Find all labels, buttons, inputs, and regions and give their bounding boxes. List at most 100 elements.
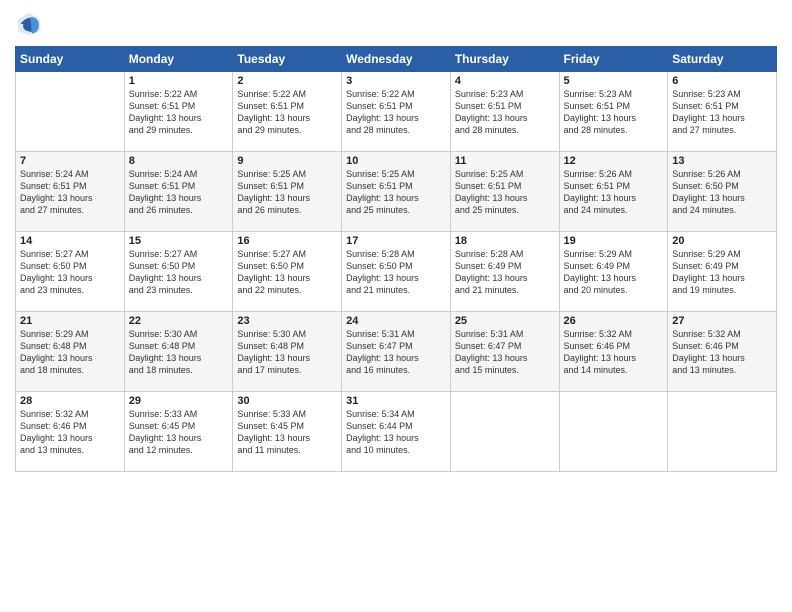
day-number: 27	[672, 315, 772, 327]
calendar-cell: 26Sunrise: 5:32 AM Sunset: 6:46 PM Dayli…	[559, 312, 668, 392]
calendar-cell: 12Sunrise: 5:26 AM Sunset: 6:51 PM Dayli…	[559, 152, 668, 232]
calendar-cell: 5Sunrise: 5:23 AM Sunset: 6:51 PM Daylig…	[559, 72, 668, 152]
day-number: 29	[129, 395, 229, 407]
cell-content: Sunrise: 5:30 AM Sunset: 6:48 PM Dayligh…	[237, 328, 337, 377]
day-number: 11	[455, 155, 555, 167]
day-number: 15	[129, 235, 229, 247]
calendar-cell: 23Sunrise: 5:30 AM Sunset: 6:48 PM Dayli…	[233, 312, 342, 392]
cell-content: Sunrise: 5:27 AM Sunset: 6:50 PM Dayligh…	[237, 248, 337, 297]
cell-content: Sunrise: 5:32 AM Sunset: 6:46 PM Dayligh…	[672, 328, 772, 377]
week-row-2: 7Sunrise: 5:24 AM Sunset: 6:51 PM Daylig…	[16, 152, 777, 232]
cell-content: Sunrise: 5:26 AM Sunset: 6:51 PM Dayligh…	[564, 168, 664, 217]
calendar-cell: 28Sunrise: 5:32 AM Sunset: 6:46 PM Dayli…	[16, 392, 125, 472]
calendar-cell: 2Sunrise: 5:22 AM Sunset: 6:51 PM Daylig…	[233, 72, 342, 152]
logo-icon	[15, 10, 43, 38]
calendar-cell: 25Sunrise: 5:31 AM Sunset: 6:47 PM Dayli…	[450, 312, 559, 392]
cell-content: Sunrise: 5:31 AM Sunset: 6:47 PM Dayligh…	[455, 328, 555, 377]
day-number: 3	[346, 75, 446, 87]
day-number: 10	[346, 155, 446, 167]
day-number: 8	[129, 155, 229, 167]
header-day-thursday: Thursday	[450, 47, 559, 72]
cell-content: Sunrise: 5:33 AM Sunset: 6:45 PM Dayligh…	[129, 408, 229, 457]
day-number: 17	[346, 235, 446, 247]
logo	[15, 10, 47, 38]
day-number: 1	[129, 75, 229, 87]
calendar-cell: 8Sunrise: 5:24 AM Sunset: 6:51 PM Daylig…	[124, 152, 233, 232]
header-day-saturday: Saturday	[668, 47, 777, 72]
cell-content: Sunrise: 5:25 AM Sunset: 6:51 PM Dayligh…	[237, 168, 337, 217]
header	[15, 10, 777, 38]
calendar-cell: 15Sunrise: 5:27 AM Sunset: 6:50 PM Dayli…	[124, 232, 233, 312]
cell-content: Sunrise: 5:22 AM Sunset: 6:51 PM Dayligh…	[237, 88, 337, 137]
day-number: 31	[346, 395, 446, 407]
calendar-cell: 11Sunrise: 5:25 AM Sunset: 6:51 PM Dayli…	[450, 152, 559, 232]
calendar-cell	[668, 392, 777, 472]
cell-content: Sunrise: 5:34 AM Sunset: 6:44 PM Dayligh…	[346, 408, 446, 457]
cell-content: Sunrise: 5:25 AM Sunset: 6:51 PM Dayligh…	[346, 168, 446, 217]
cell-content: Sunrise: 5:31 AM Sunset: 6:47 PM Dayligh…	[346, 328, 446, 377]
header-day-friday: Friday	[559, 47, 668, 72]
calendar-cell: 10Sunrise: 5:25 AM Sunset: 6:51 PM Dayli…	[342, 152, 451, 232]
calendar-cell: 27Sunrise: 5:32 AM Sunset: 6:46 PM Dayli…	[668, 312, 777, 392]
cell-content: Sunrise: 5:32 AM Sunset: 6:46 PM Dayligh…	[564, 328, 664, 377]
cell-content: Sunrise: 5:25 AM Sunset: 6:51 PM Dayligh…	[455, 168, 555, 217]
cell-content: Sunrise: 5:28 AM Sunset: 6:49 PM Dayligh…	[455, 248, 555, 297]
cell-content: Sunrise: 5:29 AM Sunset: 6:49 PM Dayligh…	[672, 248, 772, 297]
cell-content: Sunrise: 5:24 AM Sunset: 6:51 PM Dayligh…	[129, 168, 229, 217]
calendar-cell: 18Sunrise: 5:28 AM Sunset: 6:49 PM Dayli…	[450, 232, 559, 312]
calendar-cell: 29Sunrise: 5:33 AM Sunset: 6:45 PM Dayli…	[124, 392, 233, 472]
cell-content: Sunrise: 5:23 AM Sunset: 6:51 PM Dayligh…	[672, 88, 772, 137]
calendar-cell: 6Sunrise: 5:23 AM Sunset: 6:51 PM Daylig…	[668, 72, 777, 152]
day-number: 12	[564, 155, 664, 167]
calendar-cell: 1Sunrise: 5:22 AM Sunset: 6:51 PM Daylig…	[124, 72, 233, 152]
day-number: 6	[672, 75, 772, 87]
calendar-header-row: SundayMondayTuesdayWednesdayThursdayFrid…	[16, 47, 777, 72]
calendar-table: SundayMondayTuesdayWednesdayThursdayFrid…	[15, 46, 777, 472]
day-number: 4	[455, 75, 555, 87]
cell-content: Sunrise: 5:30 AM Sunset: 6:48 PM Dayligh…	[129, 328, 229, 377]
cell-content: Sunrise: 5:22 AM Sunset: 6:51 PM Dayligh…	[346, 88, 446, 137]
day-number: 30	[237, 395, 337, 407]
calendar-cell: 16Sunrise: 5:27 AM Sunset: 6:50 PM Dayli…	[233, 232, 342, 312]
calendar-cell: 17Sunrise: 5:28 AM Sunset: 6:50 PM Dayli…	[342, 232, 451, 312]
day-number: 26	[564, 315, 664, 327]
calendar-cell: 19Sunrise: 5:29 AM Sunset: 6:49 PM Dayli…	[559, 232, 668, 312]
calendar-cell	[16, 72, 125, 152]
calendar-cell	[559, 392, 668, 472]
header-day-monday: Monday	[124, 47, 233, 72]
calendar-cell: 7Sunrise: 5:24 AM Sunset: 6:51 PM Daylig…	[16, 152, 125, 232]
cell-content: Sunrise: 5:28 AM Sunset: 6:50 PM Dayligh…	[346, 248, 446, 297]
day-number: 14	[20, 235, 120, 247]
header-day-tuesday: Tuesday	[233, 47, 342, 72]
calendar-cell: 13Sunrise: 5:26 AM Sunset: 6:50 PM Dayli…	[668, 152, 777, 232]
calendar-cell: 20Sunrise: 5:29 AM Sunset: 6:49 PM Dayli…	[668, 232, 777, 312]
cell-content: Sunrise: 5:32 AM Sunset: 6:46 PM Dayligh…	[20, 408, 120, 457]
week-row-1: 1Sunrise: 5:22 AM Sunset: 6:51 PM Daylig…	[16, 72, 777, 152]
day-number: 13	[672, 155, 772, 167]
cell-content: Sunrise: 5:22 AM Sunset: 6:51 PM Dayligh…	[129, 88, 229, 137]
day-number: 2	[237, 75, 337, 87]
calendar-body: 1Sunrise: 5:22 AM Sunset: 6:51 PM Daylig…	[16, 72, 777, 472]
day-number: 19	[564, 235, 664, 247]
header-day-wednesday: Wednesday	[342, 47, 451, 72]
day-number: 24	[346, 315, 446, 327]
cell-content: Sunrise: 5:29 AM Sunset: 6:48 PM Dayligh…	[20, 328, 120, 377]
calendar-cell: 21Sunrise: 5:29 AM Sunset: 6:48 PM Dayli…	[16, 312, 125, 392]
calendar-cell	[450, 392, 559, 472]
calendar-cell: 3Sunrise: 5:22 AM Sunset: 6:51 PM Daylig…	[342, 72, 451, 152]
calendar-cell: 30Sunrise: 5:33 AM Sunset: 6:45 PM Dayli…	[233, 392, 342, 472]
cell-content: Sunrise: 5:33 AM Sunset: 6:45 PM Dayligh…	[237, 408, 337, 457]
day-number: 25	[455, 315, 555, 327]
day-number: 18	[455, 235, 555, 247]
cell-content: Sunrise: 5:29 AM Sunset: 6:49 PM Dayligh…	[564, 248, 664, 297]
day-number: 9	[237, 155, 337, 167]
cell-content: Sunrise: 5:26 AM Sunset: 6:50 PM Dayligh…	[672, 168, 772, 217]
week-row-3: 14Sunrise: 5:27 AM Sunset: 6:50 PM Dayli…	[16, 232, 777, 312]
week-row-5: 28Sunrise: 5:32 AM Sunset: 6:46 PM Dayli…	[16, 392, 777, 472]
day-number: 7	[20, 155, 120, 167]
day-number: 23	[237, 315, 337, 327]
calendar-cell: 9Sunrise: 5:25 AM Sunset: 6:51 PM Daylig…	[233, 152, 342, 232]
cell-content: Sunrise: 5:24 AM Sunset: 6:51 PM Dayligh…	[20, 168, 120, 217]
cell-content: Sunrise: 5:23 AM Sunset: 6:51 PM Dayligh…	[455, 88, 555, 137]
cell-content: Sunrise: 5:27 AM Sunset: 6:50 PM Dayligh…	[20, 248, 120, 297]
